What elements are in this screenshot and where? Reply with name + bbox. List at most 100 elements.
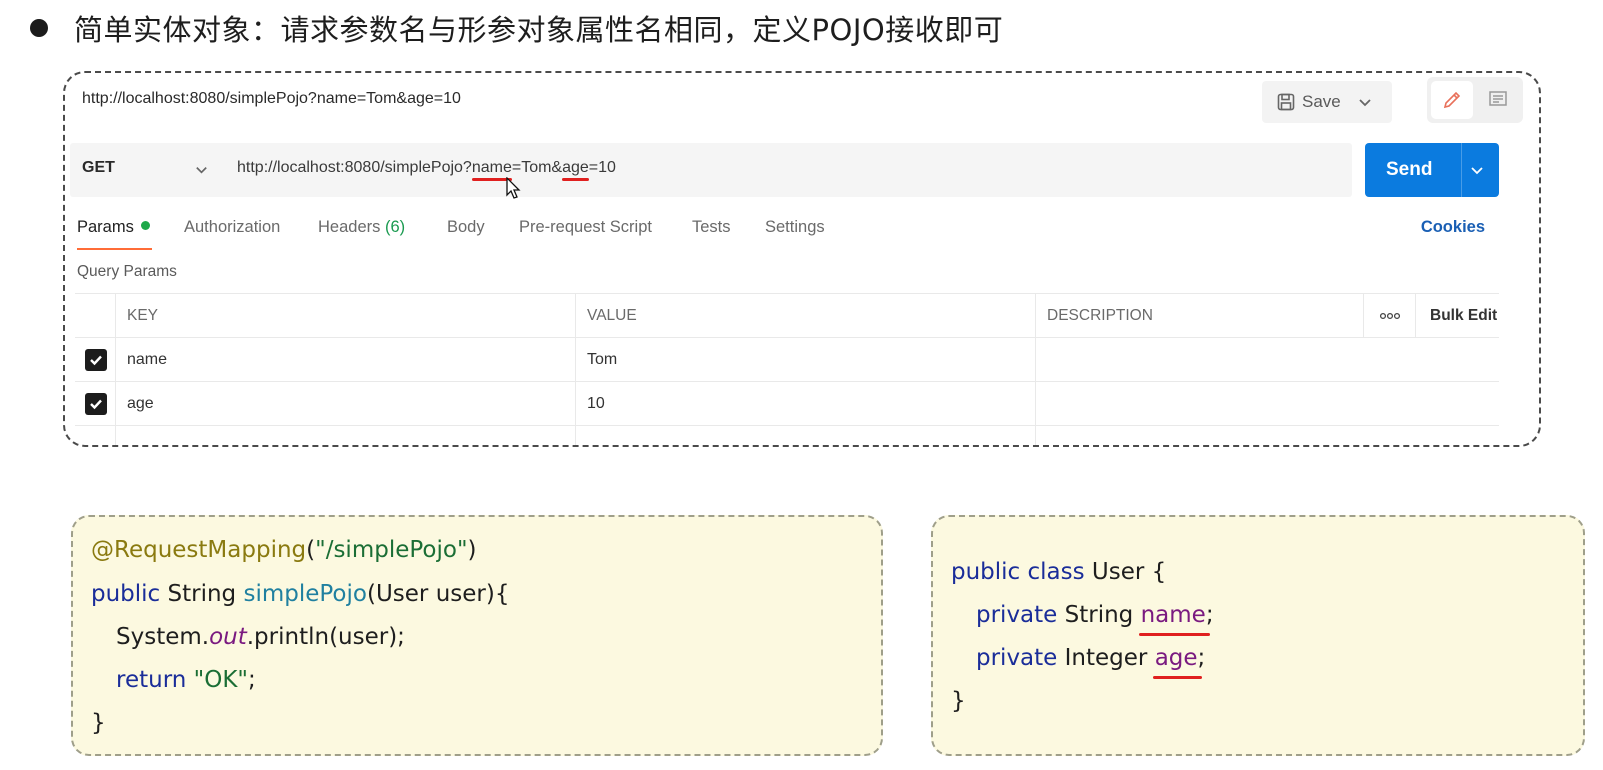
send-button[interactable]: Send [1365, 143, 1499, 197]
empty-cell [575, 426, 1035, 445]
params-token: (User user){ [366, 581, 510, 607]
method-name-token: simplePojo [243, 581, 367, 607]
code-line-signature: public String simplePojo(User user){ [91, 581, 509, 607]
row-checkbox[interactable] [75, 382, 115, 425]
status-dot-icon [140, 221, 150, 230]
query-params-label: Query Params [77, 263, 177, 280]
paren-token: ) [467, 537, 477, 563]
empty-cell [115, 426, 575, 445]
string-token: "/simplePojo" [315, 537, 468, 563]
request-name[interactable]: http://localhost:8080/simplePojo?name=To… [82, 90, 461, 108]
annotation-token: @RequestMapping [91, 537, 307, 563]
save-label: Save [1302, 92, 1341, 111]
checkbox-checked-icon [85, 348, 107, 371]
tab-headers-label: Headers [318, 218, 381, 236]
param-description-cell[interactable] [1035, 338, 1499, 381]
save-button[interactable]: Save [1262, 81, 1392, 123]
keyword-token: return [116, 667, 187, 693]
cookies-link[interactable]: Cookies [1421, 218, 1485, 237]
bulk-edit-button[interactable]: Bulk Edit [1415, 294, 1499, 337]
comment-icon [1489, 91, 1507, 106]
code-line-class: public class User { [951, 559, 1166, 585]
tab-tests[interactable]: Tests [692, 218, 731, 237]
url-param-name: name [471, 159, 512, 176]
url-param-age: age [562, 159, 589, 176]
table-row: name Tom [75, 337, 1499, 381]
url-prefix: http://localhost:8080/simplePojo? [237, 159, 472, 176]
tab-params-label: Params [77, 218, 134, 236]
chevron-down-icon[interactable] [1357, 94, 1373, 110]
param-value-cell[interactable]: Tom [575, 338, 1035, 381]
type-token: Integer [1057, 645, 1155, 671]
table-header-row: KEY VALUE DESCRIPTION Bulk Edit [75, 293, 1499, 337]
save-icon [1277, 93, 1295, 111]
tab-headers[interactable]: Headers (6) [318, 218, 405, 237]
println-token: .println(user); [246, 624, 405, 650]
tab-settings[interactable]: Settings [765, 218, 825, 237]
out-token: out [209, 624, 247, 650]
param-value-cell[interactable]: 10 [575, 382, 1035, 425]
method-select[interactable]: GET [82, 159, 115, 177]
controller-code-block: @RequestMapping("/simplePojo") public St… [71, 515, 883, 756]
send-divider [1461, 143, 1462, 197]
postman-panel: http://localhost:8080/simplePojo?name=To… [63, 71, 1541, 447]
tab-pre-request-script[interactable]: Pre-request Script [519, 218, 652, 237]
url-input[interactable]: http://localhost:8080/simplePojo?name=To… [237, 159, 616, 177]
url-value-2: =10 [588, 159, 616, 176]
code-line-field-age: private Integer age; [976, 645, 1205, 671]
param-description-cell[interactable] [1035, 382, 1499, 425]
code-line-field-name: private String name; [976, 602, 1214, 628]
paren-token: ( [306, 537, 316, 563]
row-checkbox[interactable] [75, 338, 115, 381]
type-token: String [1057, 602, 1141, 628]
param-key-cell[interactable]: name [115, 338, 575, 381]
user-class-code-block: public class User { private String name;… [931, 515, 1585, 756]
send-label: Send [1386, 159, 1433, 180]
more-options-icon[interactable] [1363, 294, 1415, 337]
keyword-token: private [976, 645, 1058, 671]
view-mode-toggle[interactable] [1427, 77, 1523, 123]
bullet-icon [30, 19, 48, 37]
chevron-down-icon[interactable] [194, 162, 209, 177]
tab-body[interactable]: Body [447, 218, 485, 237]
column-header-description: DESCRIPTION [1035, 294, 1363, 337]
keyword-token: public class [951, 559, 1085, 585]
empty-cell [1035, 426, 1499, 445]
pencil-icon [1443, 91, 1461, 109]
edit-mode-button[interactable] [1431, 81, 1473, 119]
request-tabs: Params Authorization Headers (6) Body Pr… [77, 218, 1497, 250]
table-row: age 10 [75, 381, 1499, 425]
semicolon-token: ; [248, 667, 256, 693]
column-header-key: KEY [115, 294, 575, 337]
active-tab-indicator [77, 248, 152, 250]
headers-count-badge: (6) [384, 218, 406, 236]
table-row-empty [75, 425, 1499, 445]
code-line-annotation: @RequestMapping("/simplePojo") [91, 537, 477, 563]
heading-text: 简单实体对象：请求参数名与形参对象属性名相同，定义POJO接收即可 [74, 13, 1004, 47]
semicolon-token: ; [1197, 645, 1206, 671]
semicolon-token: ; [1205, 602, 1214, 628]
type-token: String [160, 581, 244, 607]
field-name-token: name [1140, 602, 1206, 628]
class-name-token: User { [1084, 559, 1167, 585]
keyword-token: public [91, 581, 161, 607]
slide-heading: 简单实体对象：请求参数名与形参对象属性名相同，定义POJO接收即可 [30, 8, 1003, 48]
documentation-mode-button[interactable] [1477, 81, 1519, 119]
string-token: "OK" [193, 667, 248, 693]
request-url-bar: GET http://localhost:8080/simplePojo?nam… [70, 143, 1352, 199]
code-line-close: } [91, 710, 106, 736]
tab-authorization[interactable]: Authorization [184, 218, 280, 237]
code-line-close: } [951, 688, 966, 714]
request-title-bar: http://localhost:8080/simplePojo?name=To… [65, 73, 1539, 131]
param-key-cell[interactable]: age [115, 382, 575, 425]
checkbox-checked-icon [85, 392, 107, 415]
chevron-down-icon[interactable] [1469, 162, 1485, 178]
ellipsis-icon [1379, 312, 1401, 319]
column-header-value: VALUE [575, 294, 1035, 337]
tab-params[interactable]: Params [77, 218, 152, 250]
keyword-token: private [976, 602, 1058, 628]
system-token: System. [116, 624, 210, 650]
url-value-1: =Tom& [511, 159, 563, 176]
field-age-token: age [1154, 645, 1198, 671]
mouse-cursor-icon [506, 177, 521, 199]
